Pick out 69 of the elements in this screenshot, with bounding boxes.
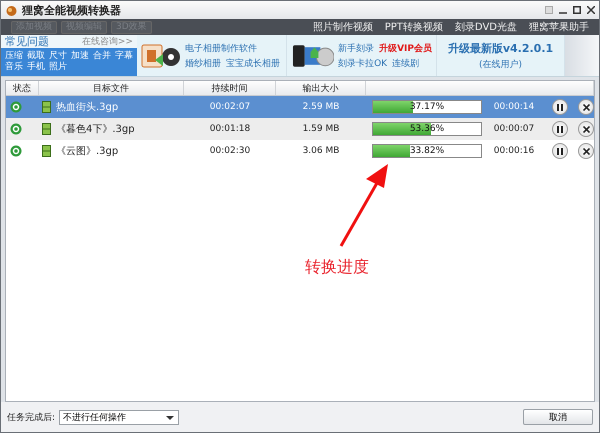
cancel-button[interactable]: 取消 bbox=[523, 409, 593, 425]
column-header: 输出大小 bbox=[276, 81, 366, 95]
pause-button[interactable] bbox=[552, 99, 568, 115]
size-text: 3.06 MB bbox=[302, 146, 340, 156]
pause-icon bbox=[557, 126, 563, 132]
annotation-text: 转换进度 bbox=[305, 257, 369, 278]
pause-button[interactable] bbox=[552, 121, 568, 137]
toolbar-link[interactable]: 狸窝苹果助手 bbox=[529, 20, 589, 34]
converting-icon bbox=[10, 123, 22, 135]
column-header: 状态 bbox=[6, 81, 39, 95]
faq-link[interactable]: 加速 bbox=[71, 51, 89, 62]
pause-icon bbox=[557, 104, 563, 110]
faq-link[interactable]: 手机 bbox=[27, 62, 45, 73]
column-header: 目标文件 bbox=[39, 81, 184, 95]
promo-link[interactable]: 宝宝成长相册 bbox=[226, 56, 280, 70]
pause-icon bbox=[557, 148, 563, 154]
close-icon bbox=[582, 126, 590, 132]
toolbar-link[interactable]: 刻录DVD光盘 bbox=[454, 20, 517, 34]
upgrade-link[interactable]: 升级最新版v4.2.0.1 bbox=[448, 40, 554, 56]
remaining-time: 00:00:14 bbox=[492, 102, 536, 112]
maximize-icon[interactable] bbox=[573, 6, 581, 14]
video-file-icon bbox=[42, 101, 51, 113]
column-header: 持续时间 bbox=[184, 81, 276, 95]
promo-link[interactable]: 电子相册制作软件 bbox=[185, 42, 257, 54]
consult-link[interactable]: 在线咨询>> bbox=[82, 35, 133, 48]
fox-logo-icon bbox=[5, 4, 18, 16]
close-icon[interactable] bbox=[587, 6, 595, 14]
remove-button[interactable] bbox=[578, 99, 594, 115]
duration-text: 00:01:18 bbox=[208, 124, 252, 134]
pause-button[interactable] bbox=[552, 143, 568, 159]
faq-link[interactable]: 照片 bbox=[49, 62, 67, 73]
slideshow-film-icon bbox=[141, 42, 181, 70]
after-task-label: 任务完成后: bbox=[7, 412, 56, 424]
remove-button[interactable] bbox=[578, 143, 594, 159]
remove-button[interactable] bbox=[578, 121, 594, 137]
close-icon bbox=[582, 104, 590, 110]
faq-link[interactable]: 尺寸 bbox=[49, 51, 67, 62]
toolbar-link[interactable]: PPT转换视频 bbox=[384, 20, 443, 34]
window-title: 狸窝全能视频转换器 bbox=[22, 2, 122, 18]
file-name: 《暮色4下》.3gp bbox=[56, 122, 135, 136]
converting-icon bbox=[10, 145, 22, 157]
promo-link[interactable]: 升级VIP会员 bbox=[379, 42, 432, 54]
faq-link[interactable]: 压缩 bbox=[5, 51, 23, 62]
promo-link[interactable]: 新手刻录 bbox=[338, 42, 374, 54]
promo-link[interactable]: 连续剧 bbox=[392, 56, 420, 70]
converting-icon bbox=[10, 101, 22, 113]
file-name: 《云图》.3gp bbox=[56, 145, 118, 158]
duration-text: 00:02:30 bbox=[208, 146, 252, 156]
close-icon bbox=[582, 148, 590, 154]
video-file-icon bbox=[42, 123, 51, 135]
faq-title: 常见问题 bbox=[5, 34, 49, 49]
faq-link[interactable]: 字幕 bbox=[115, 51, 133, 62]
faq-link[interactable]: 音乐 bbox=[5, 62, 23, 73]
banner-side-panel bbox=[565, 35, 599, 76]
remaining-time: 00:00:07 bbox=[492, 124, 536, 134]
remaining-time: 00:00:16 bbox=[492, 146, 536, 156]
size-text: 2.59 MB bbox=[302, 102, 340, 112]
toolbar-link[interactable]: 照片制作视频 bbox=[312, 20, 373, 34]
file-name: 热血街头.3gp bbox=[56, 100, 118, 114]
promo-link[interactable]: 婚纱相册 bbox=[185, 56, 221, 70]
size-text: 1.59 MB bbox=[302, 124, 340, 134]
progress-percent: 33.82% bbox=[408, 145, 446, 157]
after-task-select[interactable]: 不进行任何操作 bbox=[59, 410, 180, 424]
video-file-icon bbox=[42, 145, 51, 157]
faq-link[interactable]: 合并 bbox=[93, 51, 111, 62]
faq-link[interactable]: 截取 bbox=[27, 51, 45, 62]
upgrade-subtitle: (在线用户) bbox=[478, 58, 522, 70]
promo-link[interactable]: 刻录卡拉OK bbox=[338, 56, 388, 70]
duration-text: 00:02:07 bbox=[208, 102, 252, 112]
